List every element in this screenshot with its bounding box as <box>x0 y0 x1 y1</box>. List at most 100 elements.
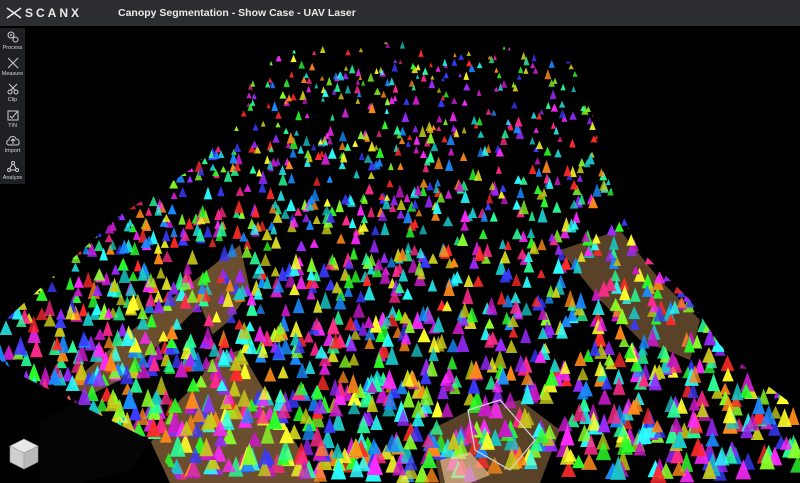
tree-crown-segment <box>558 109 567 119</box>
tree-crown-segment <box>772 326 786 340</box>
tree-crown-segment <box>44 53 50 61</box>
tree-crown-segment <box>193 149 202 160</box>
tree-crown-segment <box>500 79 508 88</box>
tree-crown-segment <box>186 249 199 265</box>
tree-crown-segment <box>696 133 705 145</box>
tree-crown-segment <box>295 274 307 290</box>
tree-crown-segment <box>442 58 448 66</box>
tree-crown-segment <box>286 94 293 102</box>
tree-crown-segment <box>63 149 70 158</box>
tree-crown-segment <box>413 146 420 154</box>
tree-crown-segment <box>88 181 97 190</box>
tree-crown-segment <box>102 121 109 129</box>
tree-crown-segment <box>772 74 777 80</box>
tree-crown-segment <box>774 219 785 234</box>
navigation-cube[interactable] <box>6 436 42 472</box>
tree-crown-segment <box>683 287 694 302</box>
tree-crown-segment <box>597 388 612 405</box>
tree-crown-segment <box>738 228 748 238</box>
tree-crown-segment <box>1 205 10 219</box>
tree-crown-segment <box>136 180 144 189</box>
tree-crown-segment <box>174 92 182 101</box>
tree-crown-segment <box>131 82 139 92</box>
tree-crown-segment <box>398 60 403 64</box>
tree-crown-segment <box>775 344 789 365</box>
tree-crown-segment <box>662 66 666 71</box>
tree-crown-segment <box>60 249 71 262</box>
analyze-button[interactable]: Analyze <box>0 158 25 184</box>
tree-crown-segment <box>778 340 791 360</box>
tree-crown-segment <box>569 138 576 148</box>
tree-crown-segment <box>384 108 390 114</box>
tree-crown-segment <box>616 108 622 116</box>
tree-crown-segment <box>41 95 48 104</box>
tree-crown-segment <box>717 204 727 216</box>
tree-crown-segment <box>622 62 626 68</box>
process-button[interactable]: Process <box>0 28 25 54</box>
measure-button[interactable]: Measure <box>0 54 25 80</box>
tree-crown-segment <box>770 346 782 362</box>
tree-crown-segment <box>646 197 656 210</box>
tree-crown-segment <box>785 284 798 297</box>
tree-crown-segment <box>552 201 562 213</box>
tree-crown-segment <box>393 58 398 64</box>
tree-crown-segment <box>81 61 86 67</box>
tree-crown-segment <box>636 213 644 225</box>
tree-crown-segment <box>131 40 137 42</box>
scanx-logo[interactable]: SCANX <box>6 6 86 20</box>
tree-crown-segment <box>293 129 300 136</box>
tree-crown-segment <box>278 164 287 176</box>
tree-crown-segment <box>352 302 366 318</box>
tree-crown-segment <box>760 174 768 184</box>
tree-crown-segment <box>392 84 399 93</box>
tree-crown-segment <box>201 157 208 165</box>
tree-crown-segment <box>630 40 635 47</box>
tree-crown-segment <box>652 162 659 170</box>
tree-crown-segment <box>642 53 647 61</box>
clip-button[interactable]: Clip <box>0 80 25 106</box>
import-button[interactable]: Import <box>0 132 25 158</box>
tree-crown-segment <box>763 64 769 72</box>
tree-crown-segment <box>33 59 40 69</box>
tree-crown-segment <box>43 155 51 167</box>
tree-crown-segment <box>612 376 626 395</box>
tree-crown-segment <box>139 175 149 188</box>
tree-crown-segment <box>501 129 510 139</box>
tree-crown-segment <box>303 72 309 79</box>
tree-crown-segment <box>790 222 800 236</box>
tree-crown-segment <box>86 178 94 186</box>
tree-crown-segment <box>769 337 780 349</box>
tree-crown-segment <box>735 232 746 243</box>
tree-crown-segment <box>678 50 682 54</box>
tree-crown-segment <box>92 168 100 178</box>
point-cloud-viewport[interactable] <box>0 26 800 483</box>
tin-button[interactable]: TIN <box>0 106 25 132</box>
tree-crown-segment <box>224 96 233 106</box>
navigation-cube-icon <box>9 438 39 470</box>
tree-crown-segment <box>788 40 793 45</box>
tree-crown-segment <box>660 89 667 99</box>
tree-crown-segment <box>327 147 337 159</box>
tree-crown-segment <box>348 217 357 229</box>
tree-crown-segment <box>592 106 599 117</box>
tree-crown-segment <box>77 90 84 99</box>
tree-crown-segment <box>78 150 88 162</box>
tree-crown-segment <box>708 157 716 167</box>
tree-crown-segment <box>713 205 723 217</box>
tree-crown-segment <box>511 273 522 287</box>
tree-crown-segment <box>122 95 128 101</box>
tree-crown-segment <box>705 306 716 318</box>
tree-crown-segment <box>30 278 42 290</box>
tree-crown-segment <box>388 162 394 171</box>
tree-crown-segment <box>718 236 727 245</box>
tree-crown-segment <box>693 60 701 69</box>
tree-crown-segment <box>226 43 233 50</box>
tree-crown-segment <box>119 99 126 106</box>
tree-crown-segment <box>729 85 736 92</box>
tree-crown-segment <box>767 45 771 50</box>
tree-crown-segment <box>283 78 290 88</box>
tree-crown-segment <box>319 75 325 81</box>
tree-crown-segment <box>714 254 724 267</box>
tree-crown-segment <box>726 107 732 114</box>
tree-crown-segment <box>758 354 770 367</box>
